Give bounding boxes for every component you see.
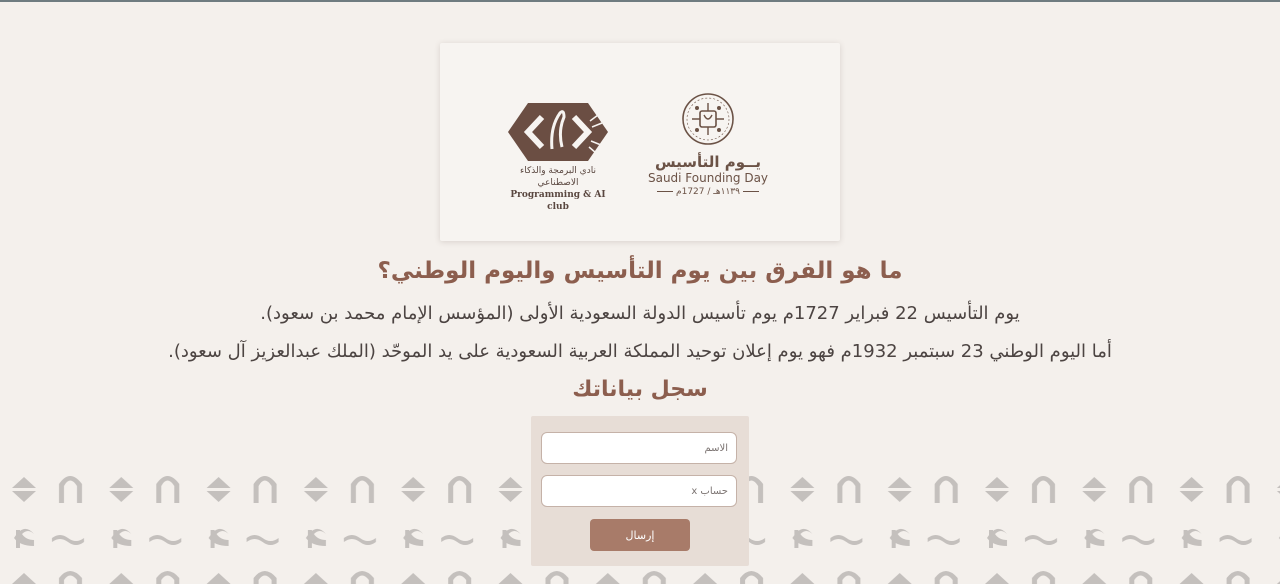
founding-day-title-arabic: يــوم التأسيس — [654, 153, 762, 171]
founding-day-years: ١١٣٩هـ / 1727م — [646, 186, 770, 198]
registration-title: سجل بياناتك — [572, 377, 708, 402]
years-rule-left — [742, 191, 759, 192]
founding-day-years-text: ١١٣٩هـ / 1727م — [676, 187, 740, 197]
founding-day-paragraph: يوم التأسيس 22 فبراير 1727م يوم تأسيس ال… — [260, 303, 1020, 324]
saudi-founding-day-logo: يــوم التأسيس Saudi Founding Day ١١٣٩هـ … — [646, 91, 770, 203]
national-day-paragraph: أما اليوم الوطني 23 سبتمبر 1932م فهو يوم… — [168, 341, 1112, 362]
registration-form: إرسال — [531, 416, 749, 566]
club-name-arabic: نادي البرمجة والذكاء الاصطناعي — [520, 166, 596, 188]
name-input[interactable] — [541, 432, 737, 464]
code-brackets-icon — [508, 103, 608, 161]
x-account-input[interactable] — [541, 475, 737, 507]
founding-day-title-english: Saudi Founding Day — [647, 171, 769, 185]
club-name-english: Programming & AI club — [510, 190, 606, 212]
programming-ai-club-logo: نادي البرمجة والذكاء الاصطناعي Programmi… — [500, 101, 616, 212]
years-rule-right — [657, 191, 674, 192]
top-border-line — [0, 0, 1280, 2]
question-heading: ما هو الفرق بين يوم التأسيس واليوم الوطن… — [377, 258, 903, 284]
logo-card: نادي البرمجة والذكاء الاصطناعي Programmi… — [440, 43, 840, 241]
submit-button[interactable]: إرسال — [590, 519, 690, 551]
founding-day-emblem-icon — [682, 93, 734, 145]
